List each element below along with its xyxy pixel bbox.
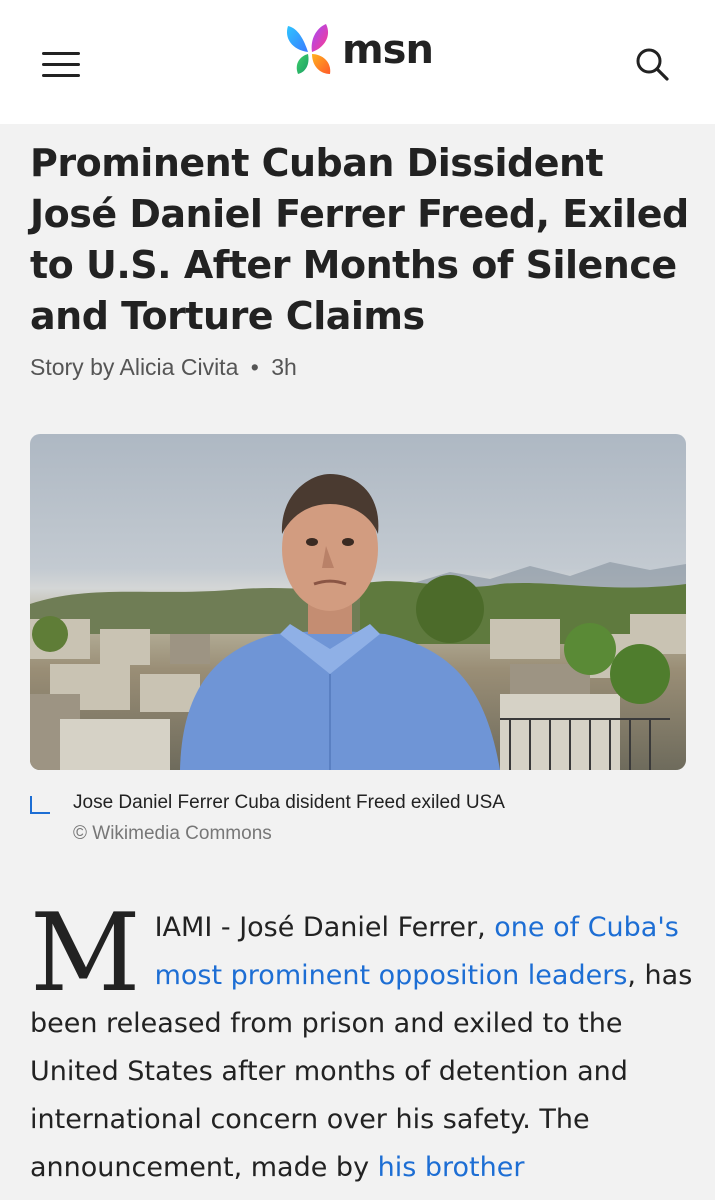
publish-age: 3h	[271, 354, 297, 380]
brand-wordmark: msn	[342, 27, 434, 73]
link-his-brother[interactable]: his brother	[378, 1152, 525, 1183]
menu-line	[42, 52, 80, 55]
search-icon[interactable]	[630, 42, 674, 86]
msn-butterfly-icon	[286, 24, 331, 74]
article-body: M IAMI - José Daniel Ferrer, one of Cuba…	[30, 891, 700, 1192]
author-name[interactable]: Alicia Civita	[120, 354, 239, 380]
menu-line	[42, 74, 80, 77]
top-navigation-bar: msn	[0, 0, 715, 124]
drop-cap: M	[30, 891, 141, 1016]
msn-logo[interactable]: msn	[282, 20, 442, 80]
hamburger-menu-icon[interactable]	[38, 44, 86, 84]
article-byline: Story by Alicia Civita • 3h	[30, 354, 297, 381]
photo-credit: © Wikimedia Commons	[73, 823, 272, 844]
body-text: IAMI - José Daniel Ferrer,	[154, 912, 495, 943]
byline-separator: •	[250, 354, 259, 380]
hero-photo[interactable]	[30, 434, 686, 770]
article-headline: Prominent Cuban Dissident José Daniel Fe…	[30, 141, 689, 338]
menu-line	[42, 63, 80, 66]
caption-text: Jose Daniel Ferrer Cuba disident Freed e…	[73, 792, 505, 813]
caption-corner-icon	[30, 796, 50, 814]
byline-prefix: Story by	[30, 354, 115, 380]
